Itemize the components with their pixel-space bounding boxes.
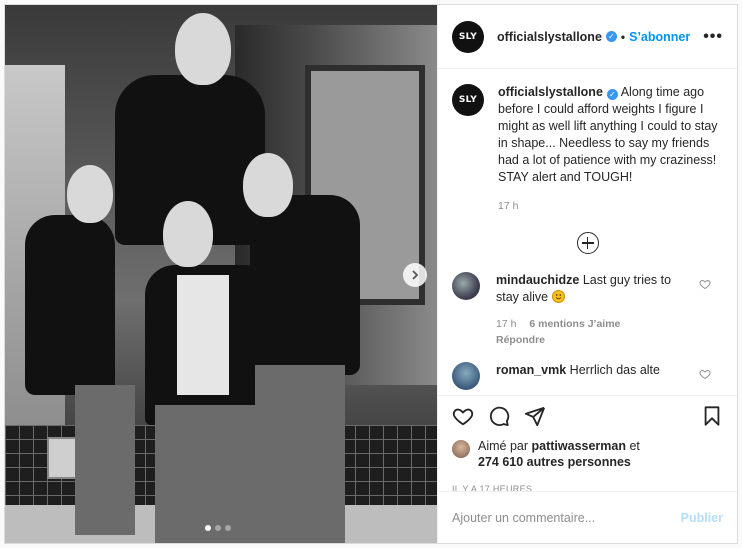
chevron-right-icon <box>412 270 419 280</box>
photo-shirt-middle <box>177 275 229 395</box>
photo-jeans-left <box>75 385 135 535</box>
likes-summary: Aimé par pattiwasserman et 274 610 autre… <box>452 438 723 470</box>
photo-face-left <box>67 165 113 223</box>
caption-avatar[interactable]: SLY <box>452 84 484 116</box>
add-comment-form: Publier <box>438 491 737 543</box>
comment-reply-button[interactable]: Répondre <box>496 334 545 346</box>
comment-time[interactable]: 17 h <box>496 318 516 330</box>
caption-text: Along time ago before I could afford wei… <box>498 85 718 184</box>
photo-face-top <box>175 13 231 85</box>
follow-button[interactable]: S’abonner <box>629 30 690 44</box>
save-bookmark-icon[interactable] <box>701 405 723 427</box>
likes-others-count[interactable]: 274 610 autres personnes <box>478 455 631 469</box>
comment-username[interactable]: mindauchidze <box>496 273 579 287</box>
post-photo[interactable] <box>5 5 437 543</box>
action-bar <box>452 396 723 436</box>
comment-text: Herrlich das alte <box>569 363 660 377</box>
comment-input[interactable] <box>452 510 681 525</box>
liker-username[interactable]: pattiwasserman <box>532 439 626 453</box>
photo-jeans-middle <box>155 405 265 543</box>
likes-conjunction: et <box>629 439 640 453</box>
photo-face-middle <box>163 201 213 267</box>
author-avatar[interactable]: SLY <box>452 20 484 53</box>
comment-like-heart-icon[interactable] <box>699 368 711 380</box>
share-paper-plane-icon[interactable] <box>524 405 546 427</box>
carousel-dot <box>225 525 231 531</box>
comment-username[interactable]: roman_vmk <box>496 363 566 377</box>
comments-list[interactable]: SLY officialslystallone ✓ Along time ago … <box>438 70 737 395</box>
comment-item: mindauchidze Last guy tries to stay aliv… <box>452 272 723 346</box>
smiling-face-emoji-icon <box>551 290 565 303</box>
caption-time[interactable]: 17 h <box>498 200 723 212</box>
photo-person-left <box>25 215 115 395</box>
post-caption: SLY officialslystallone ✓ Along time ago … <box>452 84 723 212</box>
caption-text-block: officialslystallone ✓ Along time ago befo… <box>498 84 723 186</box>
post-header: SLY officialslystallone ✓ • S’abonner ••… <box>438 5 737 69</box>
photo-face-right <box>243 153 293 217</box>
post-actions-section: Aimé par pattiwasserman et 274 610 autre… <box>438 395 737 494</box>
comment-likes[interactable]: 6 mentions J’aime <box>529 318 620 330</box>
comment-avatar[interactable] <box>452 362 480 390</box>
photo-jeans-right <box>255 365 345 543</box>
verified-badge-icon: ✓ <box>605 31 617 42</box>
post-dialog: SLY officialslystallone ✓ • S’abonner ••… <box>4 4 738 544</box>
next-photo-button[interactable] <box>403 263 427 287</box>
photo-person-right <box>250 195 360 375</box>
plus-circle-icon <box>576 232 599 254</box>
liker-avatar[interactable] <box>452 440 470 458</box>
comment-item: roman_vmk Herrlich das alte <box>452 362 723 390</box>
comment-bubble-icon[interactable] <box>488 405 510 427</box>
carousel-dot <box>215 525 221 531</box>
like-heart-icon[interactable] <box>452 405 474 427</box>
publish-button[interactable]: Publier <box>681 511 723 525</box>
caption-username[interactable]: officialslystallone <box>498 85 603 99</box>
header-separator: • <box>620 29 626 44</box>
comment-like-heart-icon[interactable] <box>699 278 711 290</box>
load-more-comments-button[interactable] <box>452 232 723 254</box>
more-options-icon[interactable]: ••• <box>703 28 723 45</box>
post-side-panel: SLY officialslystallone ✓ • S’abonner ••… <box>437 5 737 543</box>
verified-badge-icon: ✓ <box>606 89 618 100</box>
carousel-dot <box>205 525 211 531</box>
author-username[interactable]: officialslystallone <box>497 30 602 44</box>
comment-avatar[interactable] <box>452 272 480 300</box>
carousel-dots <box>205 525 231 531</box>
likes-prefix: Aimé par <box>478 439 529 453</box>
